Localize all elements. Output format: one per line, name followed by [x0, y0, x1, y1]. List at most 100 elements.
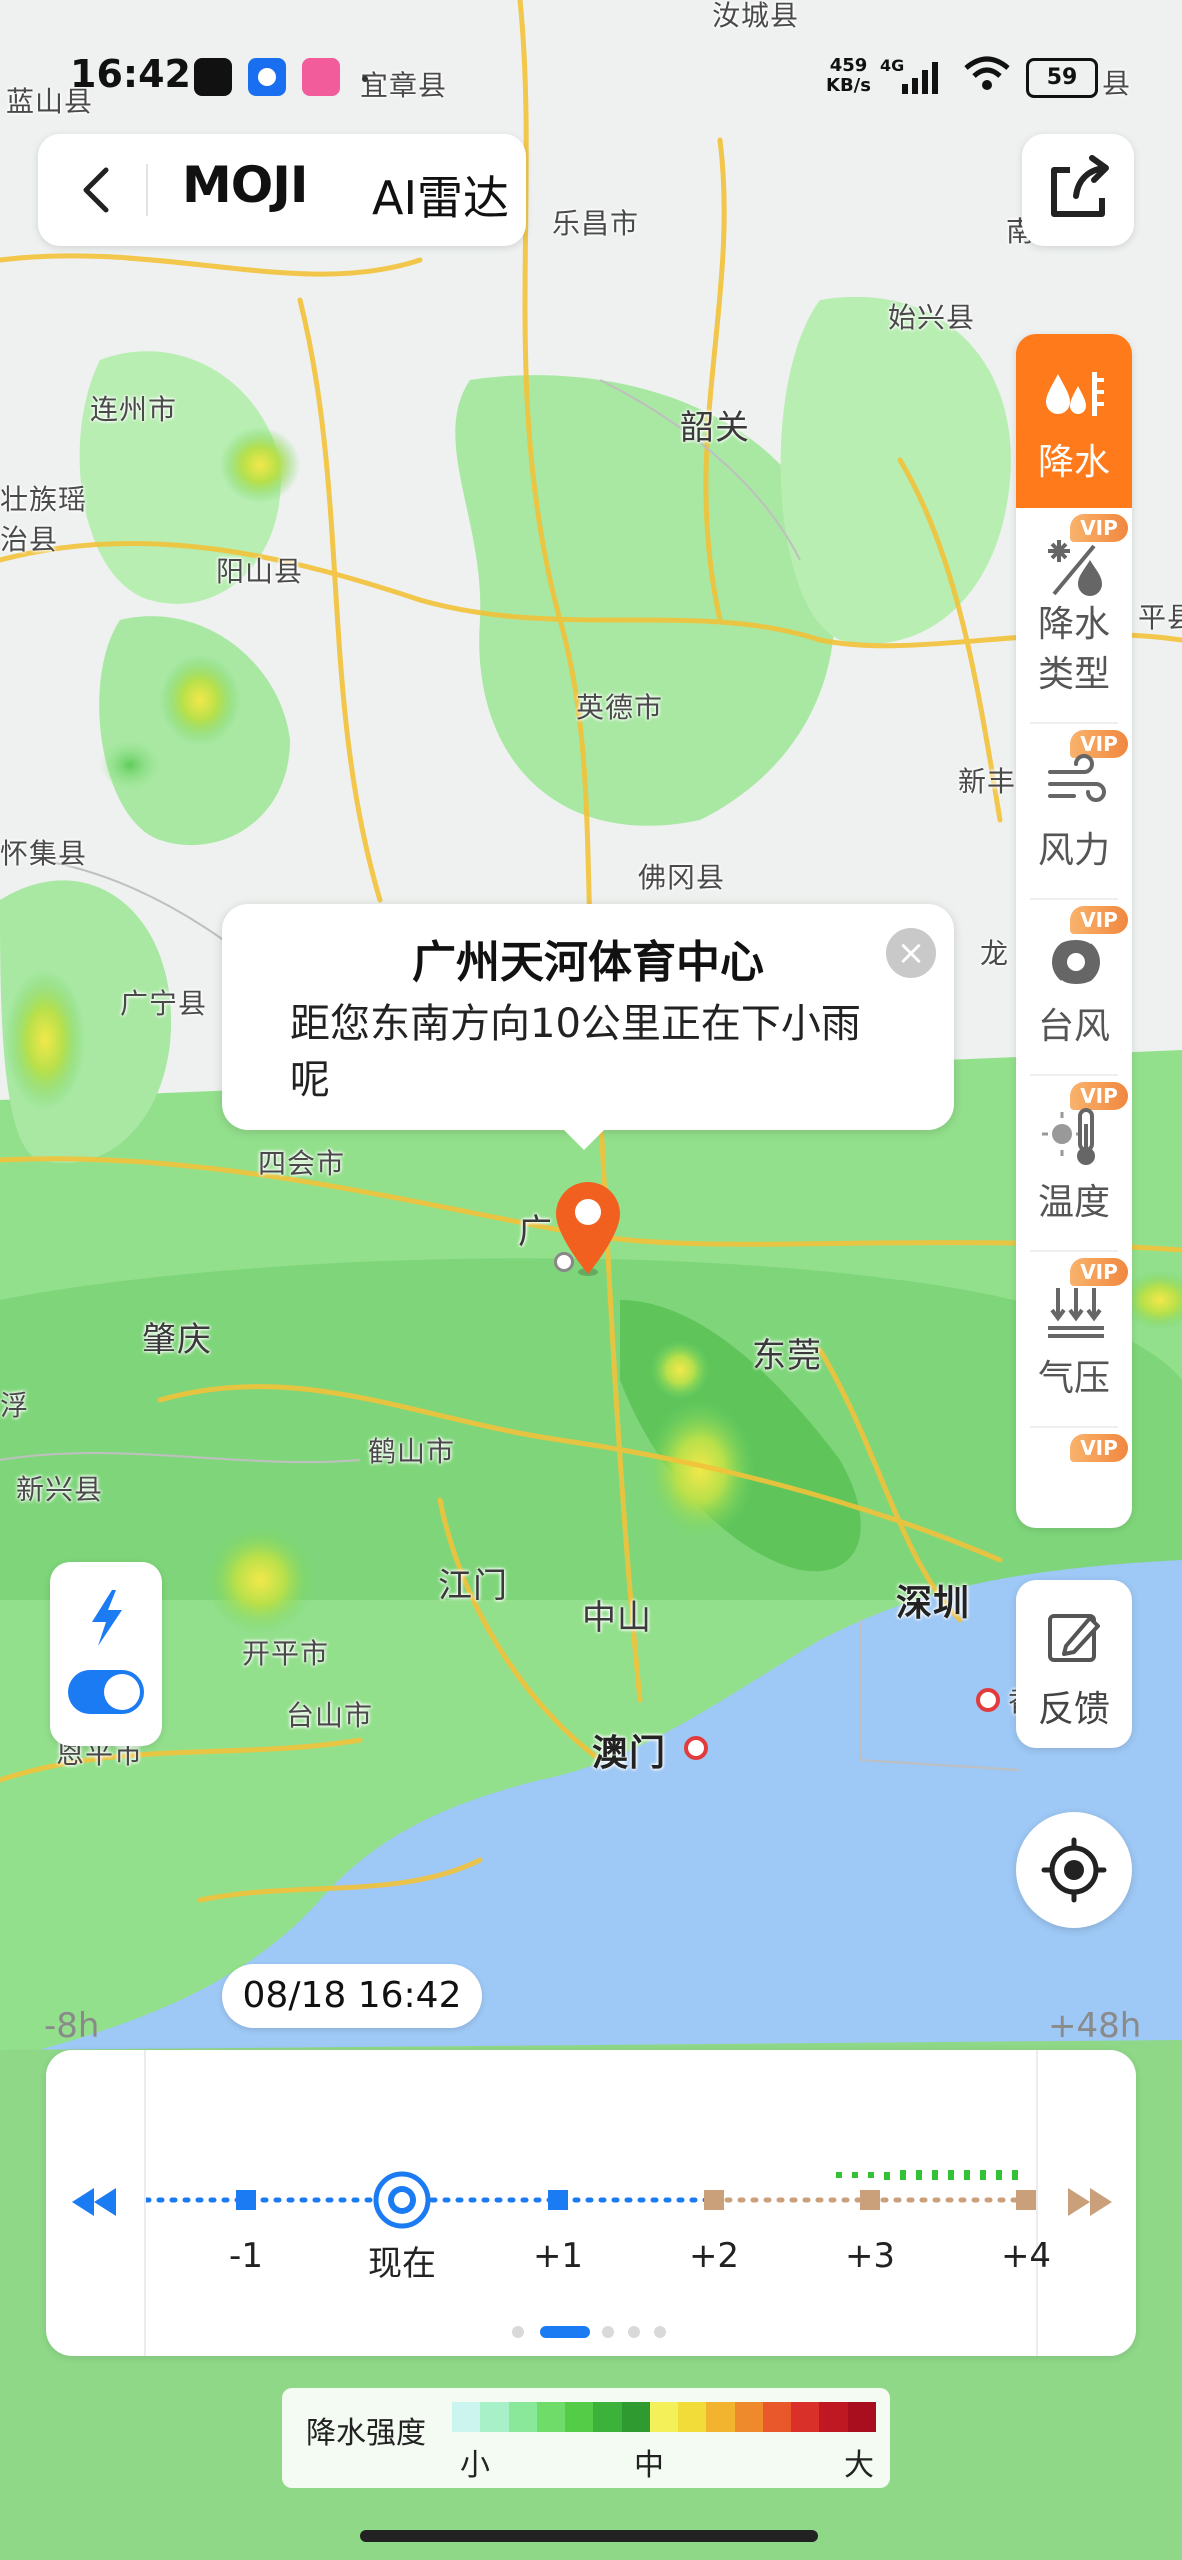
map-label: 英德市 [576, 691, 664, 724]
bilibili-icon [302, 58, 340, 96]
feedback-button[interactable]: 反馈 [1016, 1580, 1132, 1748]
header-divider [146, 164, 148, 216]
layer-temperature[interactable]: VIP 温度 [1016, 1076, 1132, 1250]
map-label: 四会市 [258, 1147, 346, 1180]
tick-label: +4 [1000, 2236, 1052, 2276]
tick-label: -1 [229, 2236, 263, 2276]
home-indicator[interactable] [360, 2530, 818, 2542]
location-popup: 广州天河体育中心 距您东南方向10公里正在下小雨呢 × [222, 904, 954, 1150]
layer-typhoon-label: 台风 [1037, 1006, 1110, 1047]
legend-swatch [762, 2402, 792, 2432]
tick-marker [860, 2190, 880, 2210]
battery-icon: 59 [1026, 58, 1098, 98]
tick-marker [1016, 2190, 1036, 2210]
legend-swatch [819, 2402, 848, 2432]
status-time: 16:42 [70, 52, 191, 96]
map-label: 中山 [582, 1598, 652, 1638]
map-label: 佛冈县 [638, 861, 726, 894]
signal-icon [902, 62, 938, 94]
tick-label: +2 [688, 2236, 740, 2276]
map-label: 始兴县 [888, 301, 976, 334]
layer-precip[interactable]: 降水 [1016, 334, 1132, 508]
map-label: 阳山县 [216, 555, 304, 588]
top-header: MOJI AI雷达 [38, 134, 526, 246]
legend-swatch [649, 2402, 679, 2432]
legend-swatch [706, 2402, 735, 2432]
map-label: 韶关 [680, 408, 750, 448]
map-label: 平县 [1138, 601, 1182, 634]
temperature-icon [1042, 1108, 1095, 1165]
back-button[interactable] [68, 160, 128, 220]
layer-pressure-label: 气压 [1037, 1358, 1110, 1399]
legend-low-label: 小 [460, 2448, 490, 2483]
typhoon-icon [1052, 935, 1100, 989]
legend-swatch [734, 2402, 763, 2432]
share-button[interactable] [1022, 134, 1134, 246]
map-label: 台山市 [286, 1699, 374, 1732]
map-label: 汝城县 [712, 0, 800, 32]
map-label: 江门 [438, 1566, 508, 1606]
page-title: AI雷达 [372, 171, 510, 225]
timeline-panel[interactable]: -1 现在 +1 +2 +3 +4 [46, 2050, 1136, 2356]
timeline-track[interactable] [146, 2150, 1036, 2250]
moji-app-icon [194, 58, 232, 96]
location-pin-icon[interactable] [552, 1178, 624, 1278]
locate-button[interactable] [1016, 1812, 1132, 1928]
layer-precip-label: 降水 [1037, 442, 1110, 483]
map-label: 广 [518, 1212, 553, 1252]
precip-icon [1046, 372, 1104, 416]
fast-forward-icon[interactable] [1066, 2186, 1114, 2218]
timeline-divider [1036, 2050, 1038, 2356]
popup-close-button[interactable]: × [886, 928, 936, 978]
popup-description: 距您东南方向10公里正在下小雨呢 [290, 1001, 861, 1103]
more-dot-icon [362, 76, 368, 82]
map-label: 龙 [980, 937, 1010, 970]
map-label: 深圳 [896, 1583, 971, 1624]
vip-badge: VIP [1070, 1434, 1128, 1462]
timeline-end-label: +48h [1048, 2006, 1142, 2046]
tick-label: 现在 [368, 2244, 436, 2284]
map-label: 治县 [0, 523, 59, 556]
page-indicator-dot [602, 2326, 614, 2338]
share-icon [1051, 155, 1109, 217]
net-speed: 459 KB/s [826, 55, 871, 96]
layer-wind-label: 风力 [1037, 830, 1110, 871]
map-label: 澳门 [592, 1733, 667, 1774]
layer-typhoon[interactable]: VIP 台风 [1016, 900, 1132, 1074]
edit-icon [1048, 1614, 1100, 1662]
lightning-toggle[interactable] [68, 1670, 144, 1714]
precip-type-icon [1048, 540, 1102, 596]
legend-swatch [480, 2402, 509, 2432]
battery-level: 59 [1046, 65, 1078, 90]
pressure-icon [1048, 1288, 1104, 1338]
map-label: 鹤山市 [368, 1435, 456, 1468]
map-label: 东莞 [752, 1336, 822, 1376]
tick-label: +3 [844, 2236, 896, 2276]
layer-more[interactable]: VIP [1016, 1428, 1132, 1528]
legend-swatch [452, 2402, 481, 2432]
map-label: 肇庆 [142, 1320, 212, 1360]
wifi-icon [964, 56, 1010, 90]
tick-label: +1 [532, 2236, 584, 2276]
map-label: 开平市 [242, 1637, 330, 1670]
legend-swatch [621, 2402, 650, 2432]
layer-pressure[interactable]: VIP 气压 [1016, 1252, 1132, 1426]
legend-swatch [678, 2402, 707, 2432]
layer-precip-type[interactable]: VIP 降水 类型 [1016, 508, 1132, 722]
map-label: 广宁县 [120, 987, 208, 1020]
moji-logo: MOJI [182, 156, 308, 214]
legend-swatch [593, 2402, 622, 2432]
tick-marker [704, 2190, 724, 2210]
rewind-icon[interactable] [70, 2186, 118, 2218]
locate-icon [1041, 1837, 1107, 1903]
city-dot [684, 1736, 708, 1760]
wind-icon [1048, 754, 1106, 802]
layer-panel: 降水 VIP 降水 类型 VIP 风力 VIP 台风 VIP 温度 VIP 气压… [1016, 334, 1132, 1528]
page-indicator-active [540, 2326, 590, 2338]
toggle-knob [104, 1674, 140, 1710]
layer-wind[interactable]: VIP 风力 [1016, 724, 1132, 898]
popup-title: 广州天河体育中心 [412, 937, 764, 988]
status-bar: 16:42 459 KB/s 4G 59 [0, 40, 1182, 120]
tick-marker [548, 2190, 568, 2210]
map-label: 乐昌市 [552, 207, 640, 240]
